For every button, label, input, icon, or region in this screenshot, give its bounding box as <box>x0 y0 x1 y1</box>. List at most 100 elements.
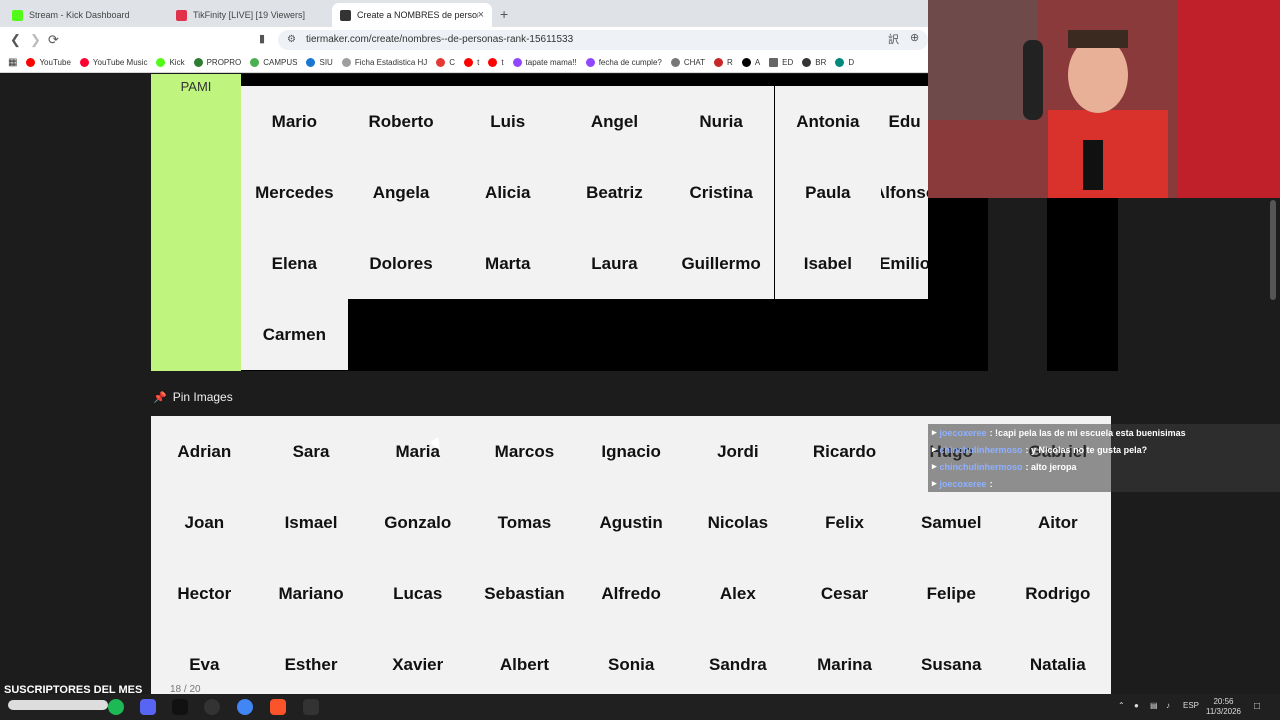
name-tile[interactable]: Alfredo <box>577 558 685 629</box>
tab-tiermaker[interactable]: Create a NOMBRES de personas × <box>332 3 492 27</box>
site-info-icon[interactable]: ⚙ <box>287 30 296 50</box>
tab-tikfinity[interactable]: TikFinity [LIVE] [19 Viewers] <box>168 3 330 27</box>
name-tile[interactable]: Laura <box>561 228 668 299</box>
bookmark-ed[interactable]: ED <box>769 58 793 67</box>
obs-icon[interactable] <box>204 699 220 715</box>
discord-icon[interactable] <box>140 699 156 715</box>
name-tile[interactable]: Ignacio <box>577 416 685 487</box>
name-tile[interactable]: Nicolas <box>684 487 792 558</box>
name-tile[interactable]: Isabel <box>774 228 882 299</box>
bookmark-propro[interactable]: PROPRO <box>193 58 241 67</box>
tray-app-icon[interactable]: ● <box>1134 701 1139 710</box>
name-tile[interactable]: Marcos <box>471 416 578 487</box>
name-tile[interactable]: Felix <box>791 487 898 558</box>
name-tile[interactable]: Agustin <box>577 487 685 558</box>
bookmark-siu[interactable]: SIU <box>306 58 333 67</box>
name-tile[interactable]: Beatriz <box>561 157 668 228</box>
url-field[interactable]: ⚙ tiermaker.com/create/nombres--de-perso… <box>278 30 928 50</box>
name-tile[interactable]: Felipe <box>897 558 1005 629</box>
bookmark-kick[interactable]: Kick <box>156 58 185 67</box>
translate-icon[interactable]: 訳 <box>888 31 899 47</box>
name-tile[interactable]: Mariano <box>257 558 365 629</box>
name-tile[interactable]: Marina <box>791 629 898 694</box>
name-tile[interactable]: Angela <box>347 157 455 228</box>
name-tile[interactable]: Gonzalo <box>364 487 472 558</box>
name-tile[interactable]: Sandra <box>684 629 792 694</box>
tab-kick-dashboard[interactable]: Stream - Kick Dashboard <box>4 3 166 27</box>
name-tile[interactable]: Jordi <box>684 416 792 487</box>
page-scrollbar[interactable] <box>1270 200 1276 300</box>
name-tile[interactable]: Edu <box>881 86 928 157</box>
name-tile[interactable]: Elena <box>241 228 348 299</box>
name-tile[interactable]: Eva <box>151 629 258 694</box>
name-tile[interactable]: Antonia <box>774 86 882 157</box>
chrome-icon[interactable] <box>237 699 253 715</box>
tiktok-icon[interactable] <box>172 699 188 715</box>
name-tile[interactable]: Sebastian <box>471 558 578 629</box>
close-tab-icon[interactable]: × <box>478 9 484 21</box>
name-tile[interactable]: Samuel <box>897 487 1005 558</box>
name-tile[interactable]: Emilio <box>881 228 928 299</box>
name-tile[interactable]: Cristina <box>667 157 775 228</box>
brave-icon[interactable] <box>270 699 286 715</box>
bookmark-t1[interactable]: t <box>464 58 479 67</box>
name-tile[interactable]: Angel <box>561 86 668 157</box>
bookmark-t2[interactable]: t <box>488 58 504 67</box>
name-tile[interactable]: Alfonso <box>881 157 928 228</box>
name-tile[interactable]: Roberto <box>347 86 455 157</box>
name-tile[interactable]: Marta <box>454 228 562 299</box>
bookmark-tapate[interactable]: tapate mama!! <box>512 58 577 67</box>
name-tile[interactable]: Hector <box>151 558 258 629</box>
bookmark-campus[interactable]: CAMPUS <box>250 58 297 67</box>
forward-icon[interactable]: ❯ <box>30 32 41 48</box>
name-tile[interactable]: Luis <box>454 86 562 157</box>
bookmark-chat[interactable]: CHAT <box>670 58 705 67</box>
notifications-icon[interactable]: □ <box>1254 701 1260 712</box>
name-tile[interactable]: Guillermo <box>667 228 775 299</box>
name-tile[interactable]: Susana <box>897 629 1005 694</box>
name-tile[interactable]: Tomas <box>471 487 578 558</box>
name-tile[interactable]: Ismael <box>257 487 365 558</box>
bookmark-d[interactable]: D <box>835 58 854 67</box>
name-tile[interactable]: Mario <box>241 86 348 157</box>
bookmark-ficha[interactable]: Ficha Estadistica HJ <box>341 58 427 67</box>
new-tab-button[interactable]: + <box>500 6 508 22</box>
name-tile[interactable]: Ricardo <box>791 416 898 487</box>
reload-icon[interactable]: ⟳ <box>48 32 59 48</box>
name-tile[interactable]: Sonia <box>577 629 685 694</box>
spotify-icon[interactable] <box>108 699 124 715</box>
name-tile[interactable]: Carmen <box>241 299 348 370</box>
back-icon[interactable]: ❮ <box>10 32 21 48</box>
name-tile[interactable]: Sara <box>257 416 365 487</box>
name-tile[interactable]: Maria <box>364 416 472 487</box>
name-tile[interactable]: Rodrigo <box>1004 558 1111 629</box>
name-tile[interactable]: Mercedes <box>241 157 348 228</box>
bookmark-youtube[interactable]: YouTube <box>26 58 71 67</box>
bookmark-youtube-music[interactable]: YouTube Music <box>79 58 147 67</box>
zoom-icon[interactable]: ⊕ <box>910 31 919 44</box>
name-tile[interactable]: Paula <box>774 157 882 228</box>
language-indicator[interactable]: ESP <box>1183 701 1199 710</box>
bookmark-c[interactable]: C <box>436 58 455 67</box>
pin-images-header[interactable]: 📌 Pin Images <box>153 390 233 404</box>
bookmark-cumple[interactable]: fecha de cumple? <box>585 58 662 67</box>
name-tile[interactable]: Cesar <box>791 558 898 629</box>
tray-chevron-icon[interactable]: ⌃ <box>1118 701 1125 710</box>
name-tile[interactable]: Nuria <box>667 86 775 157</box>
tier-label[interactable]: PAMI <box>151 74 241 371</box>
name-tile[interactable]: Joan <box>151 487 258 558</box>
name-tile[interactable]: Xavier <box>364 629 472 694</box>
name-tile[interactable]: Alicia <box>454 157 562 228</box>
bookmark-a[interactable]: A <box>741 58 760 67</box>
apps-icon[interactable]: ▦ <box>8 57 17 68</box>
network-icon[interactable]: ▤ <box>1150 701 1158 710</box>
name-tile[interactable]: Natalia <box>1004 629 1111 694</box>
volume-icon[interactable]: ♪ <box>1166 701 1170 710</box>
bookmark-r[interactable]: R <box>714 58 733 67</box>
name-tile[interactable]: Adrian <box>151 416 258 487</box>
epic-games-icon[interactable] <box>303 699 319 715</box>
name-tile[interactable]: Alex <box>684 558 792 629</box>
bookmark-br[interactable]: BR <box>802 58 826 67</box>
system-clock[interactable]: 20:56 11/3/2026 <box>1206 697 1241 717</box>
name-tile[interactable]: Esther <box>257 629 365 694</box>
